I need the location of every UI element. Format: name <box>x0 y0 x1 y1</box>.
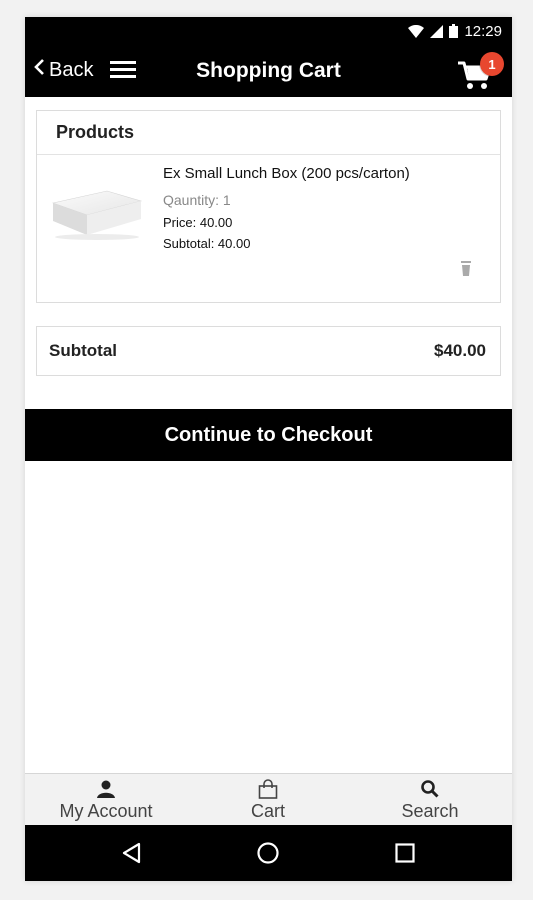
tab-search[interactable]: Search <box>390 774 470 826</box>
phone-screen: 12:29 Back Shopping Cart 1 Products Ex S… <box>25 17 512 881</box>
user-icon <box>97 779 115 799</box>
status-bar: 12:29 <box>25 17 512 44</box>
product-name[interactable]: Ex Small Lunch Box (200 pcs/carton) <box>163 165 410 182</box>
subtotal-panel: Subtotal $40.00 <box>36 326 501 376</box>
tab-label: Cart <box>250 801 285 821</box>
products-heading: Products <box>37 111 500 155</box>
lunch-box-image <box>49 185 145 241</box>
back-triangle-icon[interactable] <box>119 841 145 865</box>
cell-signal-icon <box>430 24 444 38</box>
tab-my-account[interactable]: My Account <box>55 774 157 826</box>
trash-icon[interactable] <box>459 260 473 277</box>
bottom-tab-bar: My Account Cart Search <box>25 773 512 826</box>
recents-square-icon[interactable] <box>392 841 418 865</box>
cart-count-badge: 1 <box>480 52 504 76</box>
subtotal-label: Subtotal <box>49 341 117 360</box>
shopping-bag-icon <box>258 779 278 799</box>
product-subtotal: Subtotal: 40.00 <box>163 236 251 251</box>
tab-cart[interactable]: Cart <box>228 774 308 826</box>
battery-icon <box>449 24 459 38</box>
continue-to-checkout-button[interactable]: Continue to Checkout <box>25 409 512 461</box>
cart-item: Ex Small Lunch Box (200 pcs/carton) Qaun… <box>37 155 500 302</box>
cart-button[interactable]: 1 <box>458 52 504 90</box>
page-title: Shopping Cart <box>196 59 341 82</box>
search-icon <box>421 779 439 799</box>
tab-label: My Account <box>59 801 153 821</box>
products-panel: Products Ex Small Lunch Box (200 pcs/car… <box>36 110 501 303</box>
subtotal-value: $40.00 <box>434 341 486 360</box>
home-circle-icon[interactable] <box>255 841 281 865</box>
app-header: Back Shopping Cart 1 <box>25 44 512 97</box>
status-time: 12:29 <box>464 22 502 40</box>
wifi-icon <box>408 24 425 38</box>
tab-label: Search <box>401 801 459 821</box>
status-icons: 12:29 <box>408 22 502 40</box>
product-quantity: Qauntity: 1 <box>163 192 231 208</box>
product-price: Price: 40.00 <box>163 215 233 230</box>
system-nav-bar <box>25 825 512 881</box>
